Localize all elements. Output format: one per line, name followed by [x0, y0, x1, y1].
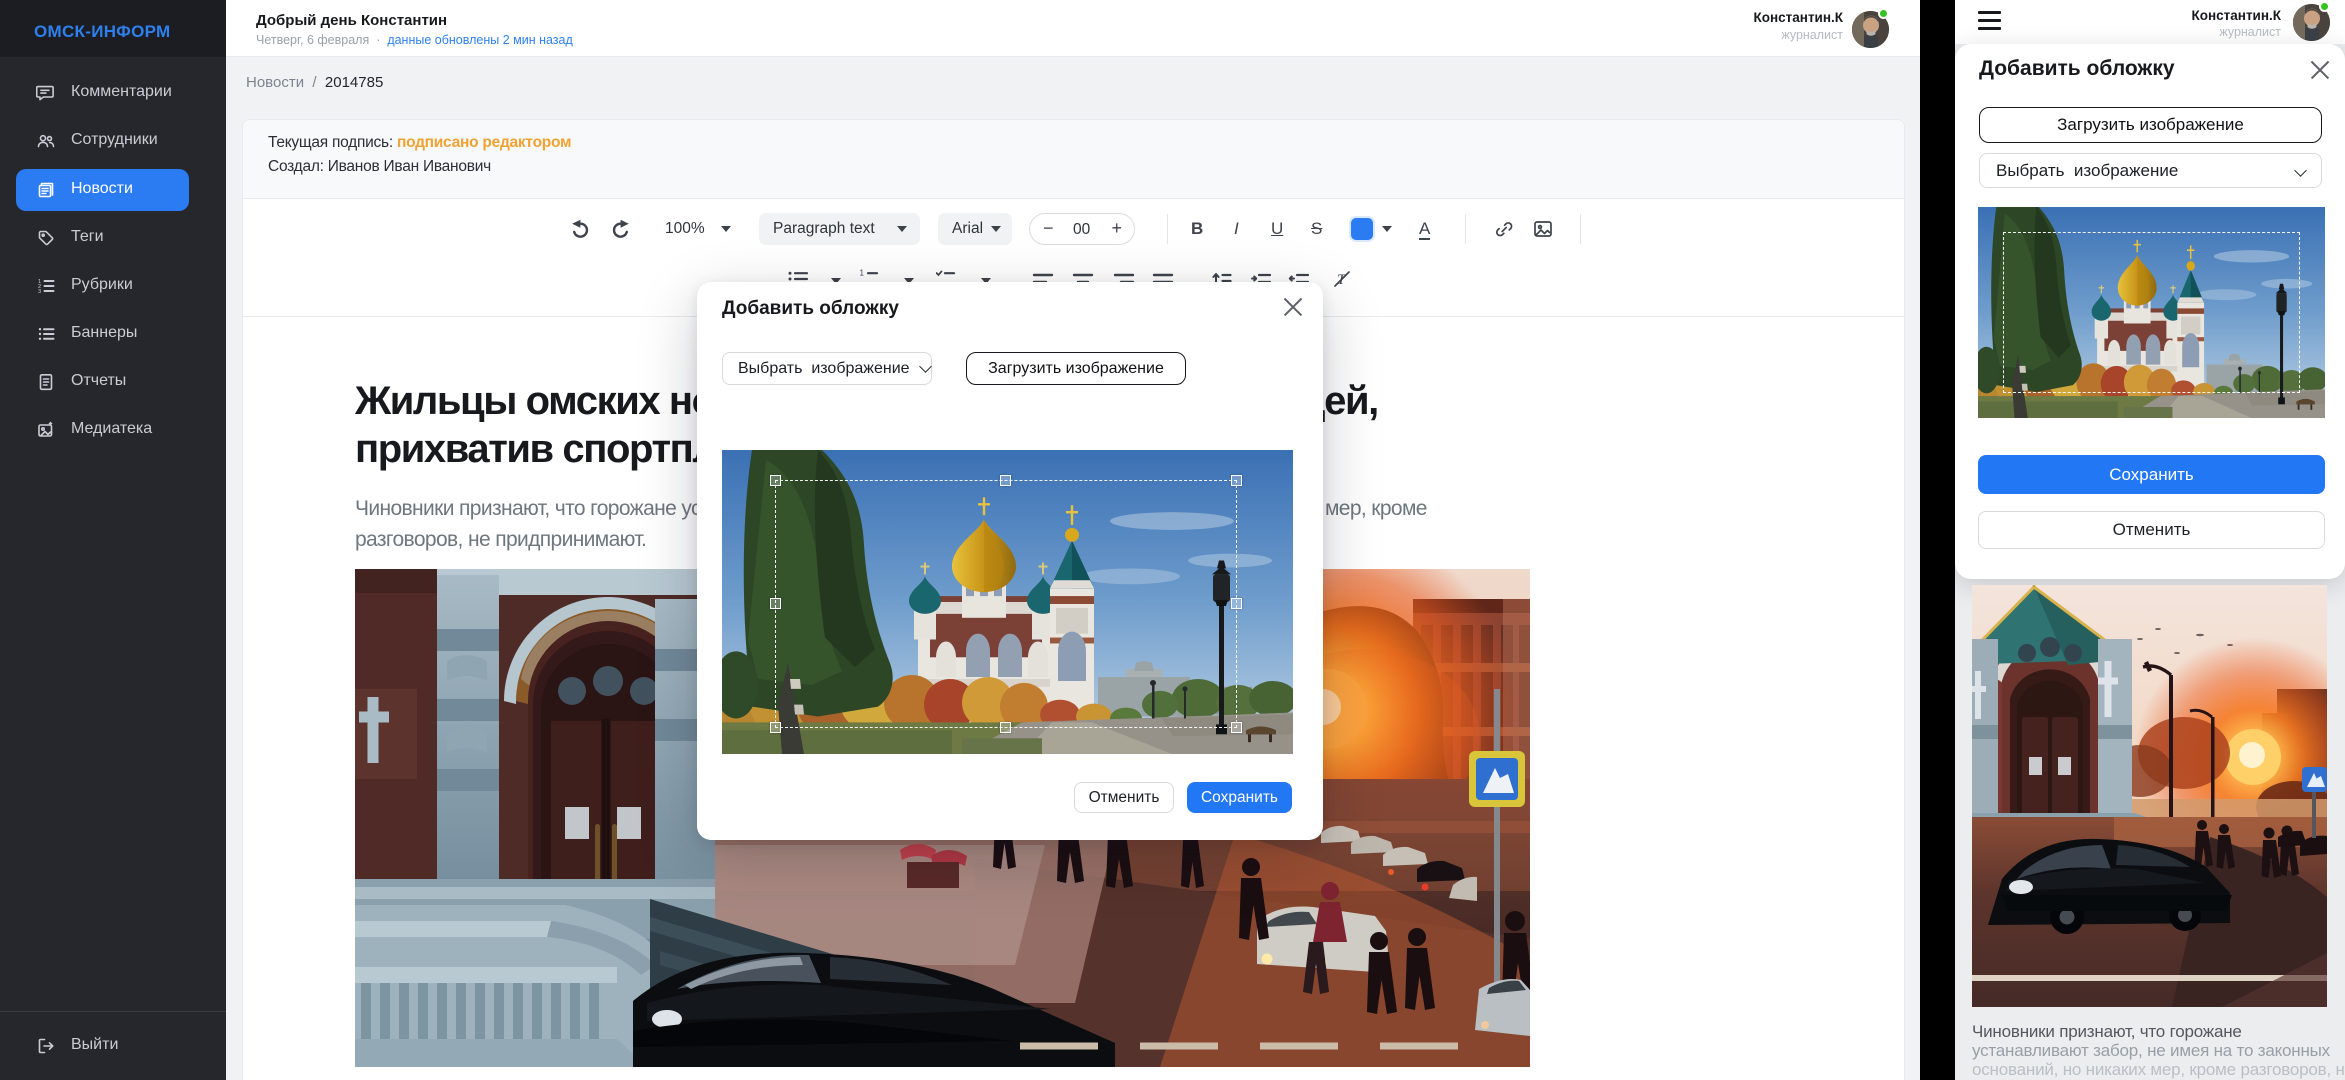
- svg-text:1: 1: [860, 269, 865, 278]
- svg-text:3: 3: [38, 289, 41, 295]
